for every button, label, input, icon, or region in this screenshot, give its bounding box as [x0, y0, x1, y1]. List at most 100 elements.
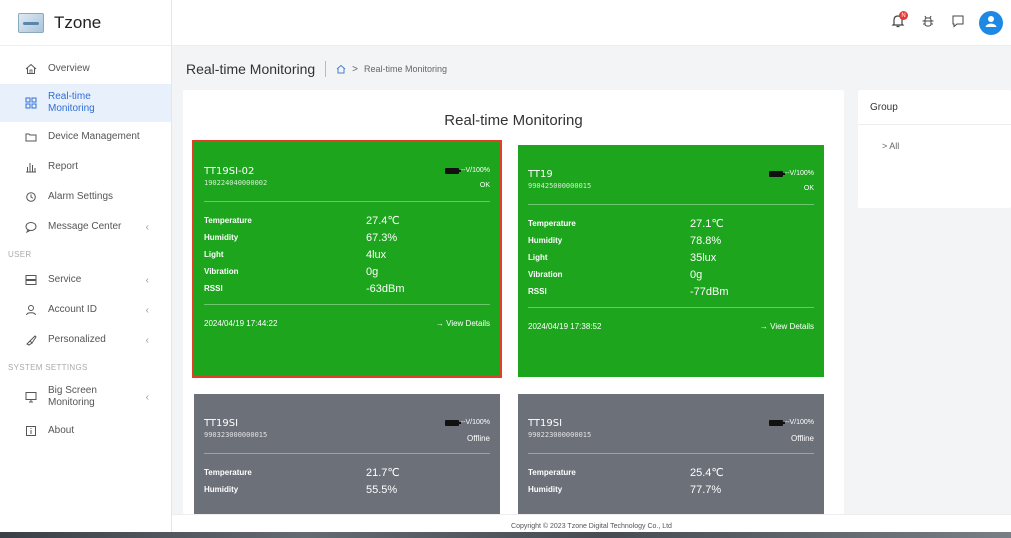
sidebar-item-service[interactable]: Service ‹	[0, 265, 171, 295]
sidebar: Tzone Overview Real-time Monitoring Devi…	[0, 0, 172, 538]
reading-value: -63dBm	[366, 282, 405, 295]
chevron-left-icon: ‹	[145, 274, 149, 286]
reading-row: RSSI -63dBm	[204, 280, 490, 297]
bug-icon	[921, 14, 935, 33]
device-card[interactable]: TT19SI-02 190224040000002 --V/100% OK Te…	[194, 142, 500, 376]
sidebar-item-account-id[interactable]: Account ID ‹	[0, 295, 171, 325]
reading-row: Humidity 78.8%	[528, 232, 814, 249]
reading-label: RSSI	[528, 287, 547, 296]
card-footer: 2024/04/19 17:44:22 → View Details	[204, 304, 490, 344]
sidebar-item-label: About	[48, 425, 75, 436]
device-name: TT19SI-02	[204, 166, 255, 177]
battery-text: --V/100%	[784, 419, 814, 426]
device-card[interactable]: TT19 990425000000015 --V/100% OK Tempera…	[518, 145, 824, 377]
battery-icon	[768, 419, 785, 426]
group-item-all[interactable]: > All	[882, 141, 899, 151]
reading-row: Humidity 77.7%	[528, 481, 814, 498]
battery-status: --V/100%	[768, 170, 814, 177]
chevron-left-icon: ‹	[145, 334, 149, 346]
info-icon	[24, 424, 38, 438]
reading-label: Humidity	[204, 233, 239, 242]
reading-value: 25.4℃	[690, 467, 724, 479]
sidebar-item-alarm-settings[interactable]: Alarm Settings	[0, 182, 171, 212]
sidebar-item-label: Message Center	[48, 221, 122, 232]
chevron-left-icon: ‹	[145, 221, 149, 233]
brush-icon	[24, 333, 38, 347]
reading-label: Light	[204, 250, 224, 259]
device-name: TT19	[528, 169, 553, 180]
sidebar-item-about[interactable]: About	[0, 416, 171, 446]
device-id: 990223000000015	[528, 431, 592, 439]
status-badge: OK	[479, 182, 490, 189]
logo[interactable]: Tzone	[0, 0, 171, 46]
battery-status: --V/100%	[768, 419, 814, 426]
monitor-icon	[24, 390, 38, 404]
notification-badge: N	[899, 11, 908, 20]
reading-label: Temperature	[528, 219, 576, 228]
section-label-system-settings: SYSTEM SETTINGS	[8, 363, 88, 372]
server-icon	[24, 273, 38, 287]
sidebar-item-label: Device Management	[48, 131, 140, 142]
sidebar-item-overview[interactable]: Overview	[0, 54, 171, 84]
reading-label: Humidity	[528, 485, 563, 494]
view-details-link[interactable]: → View Details	[436, 319, 490, 328]
sidebar-item-label: Report	[48, 161, 79, 172]
sidebar-item-label: Real-time Monitoring	[48, 91, 95, 114]
readings: Temperature 27.1℃ Humidity 78.8% Light 35lu…	[528, 205, 814, 300]
reading-row: Temperature 27.1℃	[528, 215, 814, 232]
device-id: 990425000000015	[528, 182, 592, 190]
reading-label: RSSI	[204, 284, 223, 293]
sidebar-item-message-center[interactable]: Message Center ‹	[0, 212, 171, 242]
reading-value: 67.3%	[366, 231, 398, 244]
reading-value: 55.5%	[366, 483, 398, 496]
notification-button[interactable]: N	[883, 8, 913, 38]
view-details-link[interactable]: → View Details	[760, 322, 814, 331]
avatar-icon	[983, 13, 999, 34]
sidebar-item-label: Big Screen Monitoring	[48, 385, 97, 408]
reading-value: 27.1℃	[690, 218, 724, 230]
card-header: TT19SI 990223000000015 --V/100% Offline	[528, 394, 814, 454]
reading-value: 78.8%	[690, 234, 722, 247]
home-icon	[24, 62, 38, 76]
battery-text: --V/100%	[460, 419, 490, 426]
message-icon	[24, 220, 38, 234]
debug-button[interactable]	[913, 8, 943, 38]
reading-label: Humidity	[528, 236, 563, 245]
sidebar-nav: Overview Real-time Monitoring Device Man…	[0, 46, 171, 446]
sidebar-item-label: Overview	[48, 63, 90, 74]
chat-button[interactable]	[943, 8, 973, 38]
device-name: TT19SI	[204, 418, 239, 429]
breadcrumb-home-icon[interactable]	[336, 64, 346, 74]
user-icon	[24, 303, 38, 317]
sidebar-item-label: Personalized	[48, 334, 106, 345]
breadcrumb-separator: >	[352, 63, 359, 75]
last-update-time: 2024/04/19 17:44:22	[204, 319, 278, 328]
chat-icon	[951, 14, 965, 33]
battery-text: --V/100%	[460, 167, 490, 174]
reading-row: Light 4lux	[204, 246, 490, 263]
sidebar-item-big-screen-monitoring[interactable]: Big Screen Monitoring ‹	[0, 378, 171, 416]
battery-status: --V/100%	[444, 419, 490, 426]
reading-label: Temperature	[204, 468, 252, 477]
breadcrumb-divider	[325, 61, 327, 77]
alarm-icon	[24, 190, 38, 204]
reading-label: Temperature	[528, 468, 576, 477]
battery-text: --V/100%	[784, 170, 814, 177]
reading-value: 4lux	[366, 248, 387, 261]
battery-icon	[444, 167, 461, 174]
monitoring-panel: Real-time Monitoring TT19SI-02 190224040…	[183, 90, 844, 514]
group-title: Group	[870, 102, 898, 113]
reading-label: Vibration	[204, 267, 239, 276]
sidebar-item-realtime-monitoring[interactable]: Real-time Monitoring	[0, 84, 171, 122]
divider	[858, 124, 1011, 125]
device-card[interactable]: TT19SI 990223000000015 --V/100% Offline …	[518, 394, 824, 514]
avatar[interactable]	[979, 11, 1003, 35]
device-id: 990323000000015	[204, 431, 268, 439]
chevron-left-icon: ‹	[145, 304, 149, 316]
reading-label: Light	[528, 253, 548, 262]
reading-value: 35lux	[690, 251, 717, 264]
sidebar-item-device-management[interactable]: Device Management	[0, 122, 171, 152]
sidebar-item-personalized[interactable]: Personalized ‹	[0, 325, 171, 355]
device-card[interactable]: TT19SI 990323000000015 --V/100% Offline …	[194, 394, 500, 514]
sidebar-item-report[interactable]: Report	[0, 152, 171, 182]
